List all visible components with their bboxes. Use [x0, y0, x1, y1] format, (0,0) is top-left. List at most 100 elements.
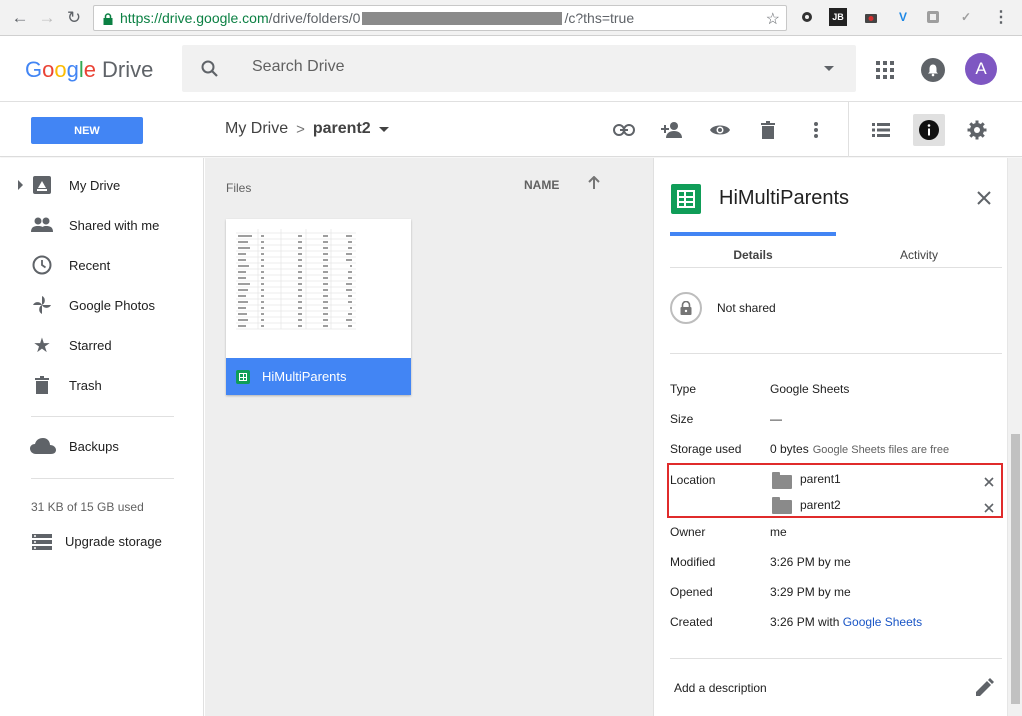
bookmark-star-icon[interactable]: ☆: [766, 9, 780, 29]
address-bar[interactable]: https://drive.google.com/drive/folders/0…: [93, 5, 787, 31]
back-icon[interactable]: ←: [9, 7, 31, 29]
created-app-link[interactable]: Google Sheets: [843, 615, 922, 629]
upgrade-storage-label: Upgrade storage: [65, 533, 162, 549]
folder-menu-caret-icon[interactable]: [378, 126, 389, 132]
created-time: 3:26 PM with: [770, 615, 840, 629]
drive-toolbar: NEW My Drive > parent2: [0, 102, 1022, 157]
clock-icon: [31, 254, 53, 276]
google-drive-logo[interactable]: Google Drive: [25, 57, 153, 83]
location-label: Location: [670, 473, 716, 487]
url-secure-part: https://drive.google.com: [120, 10, 269, 26]
remove-location-parent1-icon[interactable]: [982, 475, 996, 489]
forward-icon[interactable]: →: [36, 7, 58, 29]
lock-icon: [102, 12, 114, 25]
sidebar-item-recent[interactable]: Recent: [0, 250, 204, 280]
google-sheets-icon: [671, 184, 701, 214]
url-redacted: [362, 11, 563, 25]
cloud-icon: [30, 435, 56, 457]
sidebar-item-label: Trash: [69, 377, 102, 393]
search-icon[interactable]: [200, 59, 220, 82]
sort-ascending-arrow-icon[interactable]: [587, 175, 601, 193]
remove-location-parent2-icon[interactable]: [982, 501, 996, 515]
file-name: HiMultiParents: [262, 369, 347, 384]
type-value: Google Sheets: [770, 382, 850, 396]
location-parent2[interactable]: parent2: [800, 498, 841, 512]
view-details-info-icon[interactable]: [913, 114, 945, 146]
sharing-lock-icon: [670, 292, 702, 324]
sidebar-item-label: My Drive: [69, 177, 121, 193]
extension-pen-icon[interactable]: ✓: [957, 8, 975, 26]
edit-pencil-icon[interactable]: [974, 678, 994, 701]
add-description-field[interactable]: Add a description: [674, 681, 767, 695]
storage-stack-icon: [31, 531, 53, 553]
opened-label: Opened: [670, 585, 713, 599]
more-actions-icon[interactable]: [804, 118, 828, 142]
settings-gear-icon[interactable]: [965, 118, 989, 142]
breadcrumb-separator: >: [296, 120, 305, 138]
sidebar-item-backups[interactable]: Backups: [0, 431, 204, 461]
expand-arrow-icon[interactable]: [18, 180, 23, 190]
sidebar-item-trash[interactable]: Trash: [0, 370, 204, 400]
get-link-icon[interactable]: [612, 118, 636, 142]
modified-value: 3:26 PM by me: [770, 555, 851, 569]
reload-icon[interactable]: ↻: [63, 7, 85, 29]
details-divider: [670, 353, 1002, 354]
owner-value: me: [770, 525, 787, 539]
tab-details[interactable]: Details: [670, 248, 836, 262]
preview-eye-icon[interactable]: [708, 118, 732, 142]
trash-icon: [31, 374, 53, 396]
extension-v-icon[interactable]: V: [894, 8, 912, 26]
storage-used-value: 0 bytes Google Sheets files are free: [770, 442, 949, 456]
storage-used-amount: 0 bytes: [770, 442, 809, 456]
my-drive-icon: [31, 174, 53, 196]
star-icon: ★: [33, 334, 51, 357]
new-button[interactable]: NEW: [31, 117, 143, 144]
details-tabs: Details Activity: [670, 232, 1002, 268]
created-label: Created: [670, 615, 713, 629]
size-label: Size: [670, 412, 694, 426]
account-avatar[interactable]: A: [965, 53, 997, 85]
files-section-label: Files: [226, 181, 252, 195]
breadcrumb-current-folder[interactable]: parent2: [313, 120, 371, 138]
upgrade-storage-link[interactable]: Upgrade storage: [0, 526, 204, 556]
people-icon: [31, 214, 53, 236]
tab-activity[interactable]: Activity: [836, 248, 1002, 262]
file-card[interactable]: HiMultiParents: [226, 219, 411, 395]
share-add-person-icon[interactable]: [660, 118, 684, 142]
close-details-icon[interactable]: [972, 186, 996, 210]
sidebar-item-google-photos[interactable]: Google Photos: [0, 290, 204, 320]
search-input[interactable]: [252, 58, 792, 76]
owner-label: Owner: [670, 525, 706, 539]
sidebar-divider: [31, 478, 174, 479]
scrollbar-thumb[interactable]: [1011, 434, 1020, 704]
apps-grid-icon[interactable]: [876, 61, 894, 79]
location-parent1[interactable]: parent1: [800, 472, 841, 486]
folder-icon: [772, 497, 792, 514]
created-value: 3:26 PM with Google Sheets: [770, 615, 922, 629]
sort-by-name-button[interactable]: NAME: [524, 178, 559, 192]
remove-trash-icon[interactable]: [756, 118, 780, 142]
extension-gear-icon[interactable]: [798, 8, 816, 26]
extension-jb-icon[interactable]: JB: [829, 8, 847, 26]
extension-camera-icon[interactable]: [862, 8, 880, 26]
breadcrumb-my-drive[interactable]: My Drive: [225, 120, 288, 138]
notifications-bell-icon[interactable]: [921, 58, 945, 82]
sidebar-item-label: Starred: [69, 337, 112, 353]
sidebar: My Drive Shared with me Recent Google Ph…: [0, 158, 204, 716]
size-value: —: [770, 412, 782, 426]
list-view-icon[interactable]: [869, 118, 893, 142]
file-card-footer[interactable]: HiMultiParents: [226, 358, 411, 395]
details-scrollbar[interactable]: [1007, 158, 1022, 716]
search-bar[interactable]: [182, 45, 856, 92]
search-options-caret-icon[interactable]: [824, 66, 834, 71]
extension-square-icon[interactable]: [924, 8, 942, 26]
folder-icon: [772, 472, 792, 489]
browser-toolbar: ← → ↻ https://drive.google.com/drive/fol…: [0, 0, 1022, 36]
details-file-title: HiMultiParents: [719, 187, 850, 209]
sidebar-item-starred[interactable]: ★ Starred: [0, 330, 204, 360]
type-label: Type: [670, 382, 697, 396]
sidebar-item-my-drive[interactable]: My Drive: [0, 170, 204, 200]
details-divider: [670, 658, 1002, 659]
browser-menu-icon[interactable]: ⋮: [992, 8, 1010, 26]
sidebar-item-shared-with-me[interactable]: Shared with me: [0, 210, 204, 240]
